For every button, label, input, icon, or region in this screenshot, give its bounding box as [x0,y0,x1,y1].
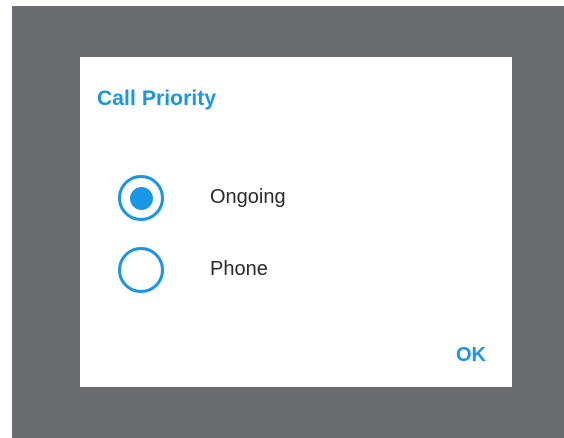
radio-dot [129,186,153,210]
radio-unchecked-icon[interactable] [118,247,164,293]
option-label-ongoing: Ongoing [210,186,286,208]
option-label-phone: Phone [210,258,268,280]
option-ongoing[interactable]: Ongoing [118,173,478,229]
call-priority-dialog: Call Priority Ongoing Phone OK [80,57,512,387]
dialog-title: Call Priority [97,87,217,110]
radio-checked-icon[interactable] [118,175,164,221]
option-phone[interactable]: Phone [118,245,478,301]
ok-button[interactable]: OK [456,344,486,367]
